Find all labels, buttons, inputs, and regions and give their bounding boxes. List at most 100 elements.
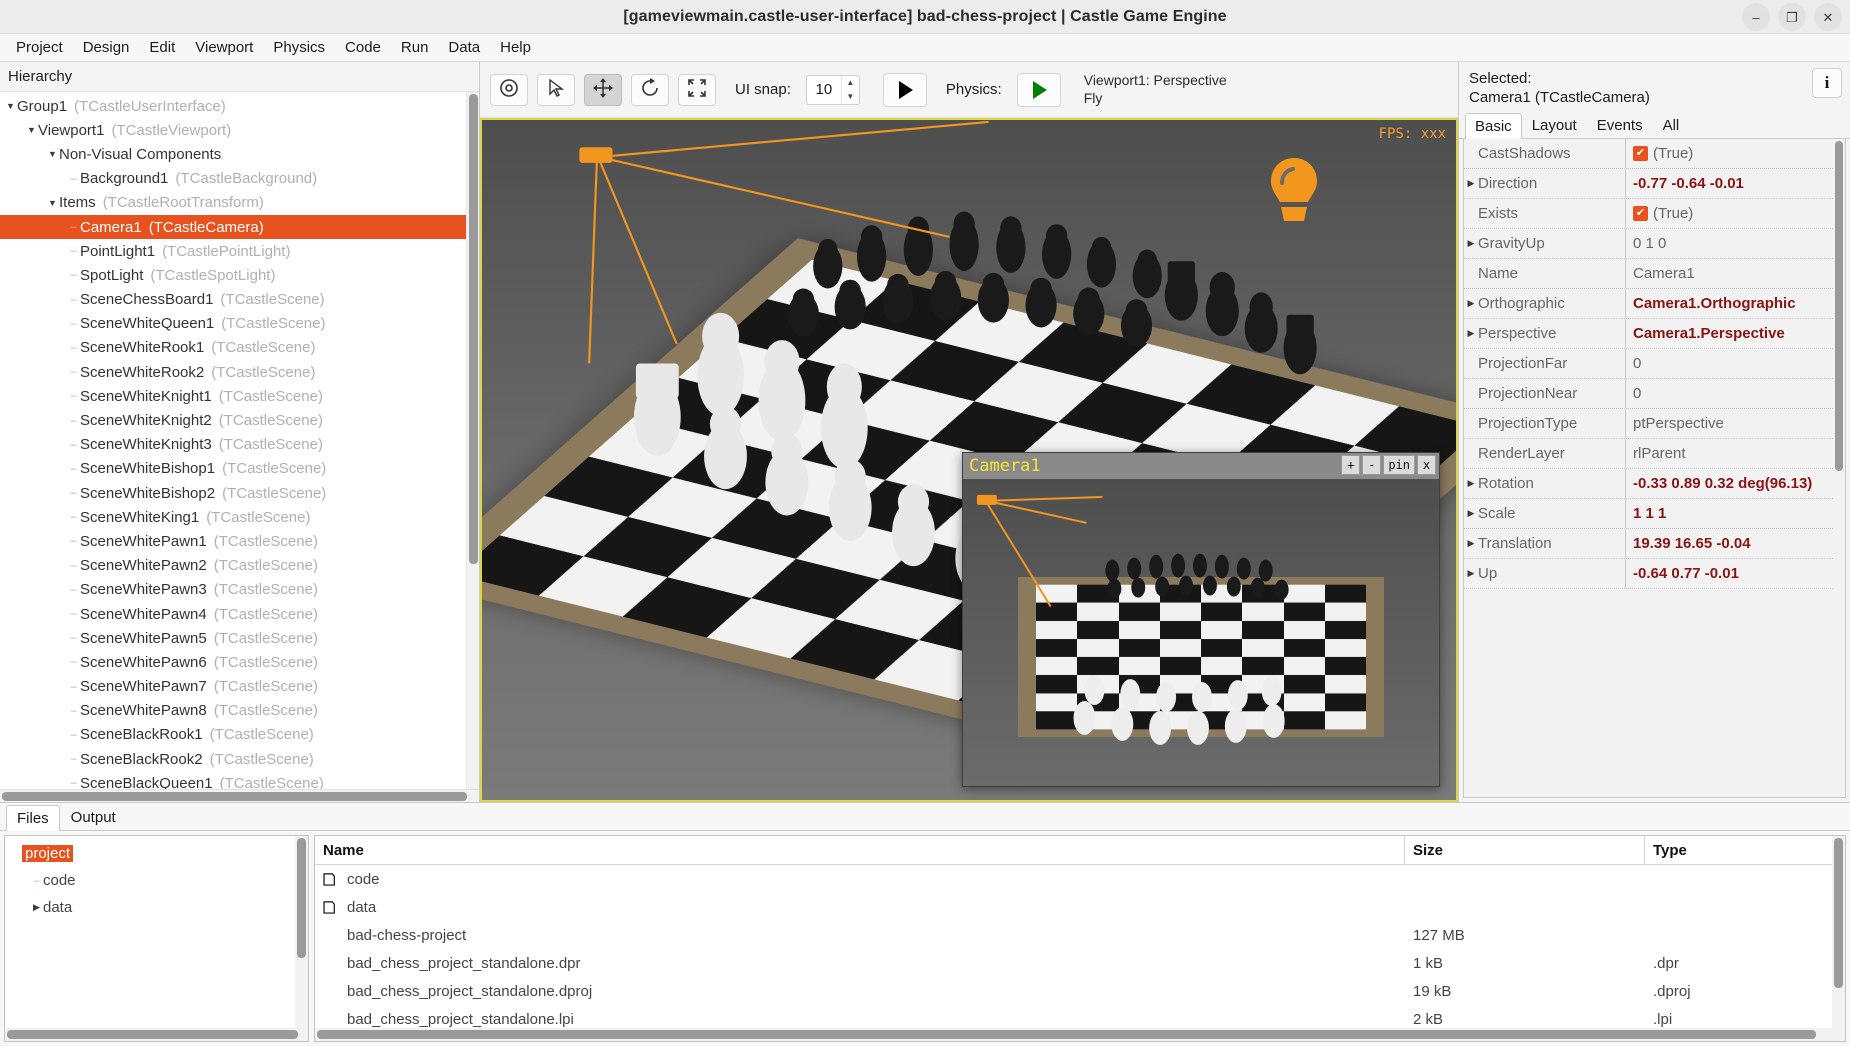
tree-item-items[interactable]: ▼ Items (TCastleRootTransform) xyxy=(0,191,479,215)
menu-item-physics[interactable]: Physics xyxy=(263,36,335,59)
menu-item-viewport[interactable]: Viewport xyxy=(185,36,263,59)
property-row-scale[interactable]: ▶ Scale 1 1 1 xyxy=(1464,498,1845,529)
tree-item-scenewhiteking1[interactable]: – SceneWhiteKing1 (TCastleScene) xyxy=(0,505,479,529)
tree-item-scenewhitepawn2[interactable]: – SceneWhitePawn2 (TCastleScene) xyxy=(0,554,479,578)
scale-tool-button[interactable] xyxy=(678,73,716,106)
file-list-horizontal-scrollbar[interactable] xyxy=(315,1028,1845,1041)
tree-item-scenewhiterook1[interactable]: – SceneWhiteRook1 (TCastleScene) xyxy=(0,336,479,360)
tree-item-scenewhitepawn8[interactable]: – SceneWhitePawn8 (TCastleScene) xyxy=(0,699,479,723)
property-value-cell[interactable]: Camera1.Orthographic xyxy=(1626,295,1845,312)
property-value-cell[interactable]: 19.39 16.65 -0.04 xyxy=(1626,535,1845,552)
folder-tree-item-code[interactable]: – code xyxy=(9,867,308,894)
tree-item-scenewhiteknight1[interactable]: – SceneWhiteKnight1 (TCastleScene) xyxy=(0,384,479,408)
tree-item-scenewhitepawn7[interactable]: – SceneWhitePawn7 (TCastleScene) xyxy=(0,675,479,699)
menu-item-code[interactable]: Code xyxy=(335,36,391,59)
tree-item-scenewhitepawn5[interactable]: – SceneWhitePawn5 (TCastleScene) xyxy=(0,626,479,650)
maximize-button[interactable]: ❐ xyxy=(1778,3,1806,31)
property-expander-icon[interactable]: ▶ xyxy=(1464,478,1478,489)
folder-tree-vertical-scrollbar[interactable] xyxy=(295,836,308,1041)
tree-expander-icon[interactable]: ▼ xyxy=(46,198,59,208)
property-row-translation[interactable]: ▶ Translation 19.39 16.65 -0.04 xyxy=(1464,528,1845,559)
property-expander-icon[interactable]: ▶ xyxy=(1464,298,1478,309)
property-value-cell[interactable]: rlParent xyxy=(1626,445,1845,462)
run-button[interactable] xyxy=(882,72,927,107)
menu-item-edit[interactable]: Edit xyxy=(139,36,185,59)
menu-item-help[interactable]: Help xyxy=(490,36,541,59)
bottom-tab-output[interactable]: Output xyxy=(60,804,127,830)
property-row-renderlayer[interactable]: RenderLayer rlParent xyxy=(1464,438,1845,469)
camera-preview-close-button[interactable]: x xyxy=(1417,455,1436,475)
property-value-cell[interactable]: ptPerspective xyxy=(1626,415,1845,432)
info-icon[interactable]: i xyxy=(1812,68,1842,98)
property-row-up[interactable]: ▶ Up -0.64 0.77 -0.01 xyxy=(1464,558,1845,589)
tree-item-scenewhitepawn1[interactable]: – SceneWhitePawn1 (TCastleScene) xyxy=(0,529,479,553)
property-value-cell[interactable]: -0.77 -0.64 -0.01 xyxy=(1626,175,1845,192)
tree-item-scenewhitequeen1[interactable]: – SceneWhiteQueen1 (TCastleScene) xyxy=(0,312,479,336)
menu-item-design[interactable]: Design xyxy=(73,36,140,59)
hierarchy-vertical-scrollbar[interactable] xyxy=(466,92,479,802)
file-row[interactable]: bad_chess_project_standalone.dpr 1 kB .dpr xyxy=(315,949,1845,977)
tree-item-scenewhiterook2[interactable]: – SceneWhiteRook2 (TCastleScene) xyxy=(0,360,479,384)
column-header-size[interactable]: Size xyxy=(1405,836,1645,864)
folder-expander-icon[interactable]: ▶ xyxy=(30,902,43,913)
property-expander-icon[interactable]: ▶ xyxy=(1464,568,1478,579)
file-row[interactable]: bad-chess-project 127 MB xyxy=(315,921,1845,949)
tree-item-scenewhiteknight2[interactable]: – SceneWhiteKnight2 (TCastleScene) xyxy=(0,408,479,432)
file-row[interactable]: code xyxy=(315,865,1845,893)
property-value-cell[interactable]: ✔ (True) xyxy=(1626,205,1845,222)
translate-tool-button[interactable] xyxy=(584,73,622,106)
property-value-cell[interactable]: Camera1.Perspective xyxy=(1626,325,1845,342)
property-expander-icon[interactable]: ▶ xyxy=(1464,508,1478,519)
properties-tab-events[interactable]: Events xyxy=(1587,112,1653,138)
property-expander-icon[interactable]: ▶ xyxy=(1464,238,1478,249)
column-header-type[interactable]: Type xyxy=(1645,836,1845,864)
property-value-cell[interactable]: Camera1 xyxy=(1626,265,1845,282)
tree-item-viewport1[interactable]: ▼ Viewport1 (TCastleViewport) xyxy=(0,118,479,142)
properties-scrollbar[interactable] xyxy=(1833,138,1845,797)
property-value-cell[interactable]: ✔ (True) xyxy=(1626,145,1845,162)
file-row[interactable]: data xyxy=(315,893,1845,921)
tree-item-camera1[interactable]: – Camera1 (TCastleCamera) xyxy=(0,214,479,240)
column-header-name[interactable]: Name xyxy=(315,836,1405,864)
file-row[interactable]: bad_chess_project_standalone.dproj 19 kB.… xyxy=(315,977,1845,1005)
tree-item-sceneblackrook1[interactable]: – SceneBlackRook1 (TCastleScene) xyxy=(0,723,479,747)
property-row-projectionnear[interactable]: ProjectionNear 0 xyxy=(1464,378,1845,409)
property-row-orthographic[interactable]: ▶ Orthographic Camera1.Orthographic xyxy=(1464,288,1845,319)
folder-tree-horizontal-scrollbar[interactable] xyxy=(5,1028,308,1041)
tree-item-spotlight[interactable]: – SpotLight (TCastleSpotLight) xyxy=(0,263,479,287)
camera-preview-window[interactable]: Camera1 + - pin x xyxy=(962,452,1440,787)
physics-play-button[interactable] xyxy=(1016,72,1061,107)
tree-item-scenewhitebishop2[interactable]: – SceneWhiteBishop2 (TCastleScene) xyxy=(0,481,479,505)
property-row-exists[interactable]: Exists ✔ (True) xyxy=(1464,198,1845,229)
folder-tree-item-project[interactable]: project xyxy=(9,840,308,867)
tree-item-scenewhitebishop1[interactable]: – SceneWhiteBishop1 (TCastleScene) xyxy=(0,457,479,481)
camera-preview-pin-button[interactable]: pin xyxy=(1383,455,1415,475)
tree-item-background1[interactable]: – Background1 (TCastleBackground) xyxy=(0,167,479,191)
camera-preview-titlebar[interactable]: Camera1 + - pin x xyxy=(963,453,1439,479)
property-value-cell[interactable]: 0 xyxy=(1626,355,1845,372)
property-value-cell[interactable]: -0.64 0.77 -0.01 xyxy=(1626,565,1845,582)
folder-tree-item-data[interactable]: ▶ data xyxy=(9,894,308,921)
close-button[interactable]: ✕ xyxy=(1814,3,1842,31)
checkbox-checked-icon[interactable]: ✔ xyxy=(1633,205,1648,221)
tree-item-non-visual-components[interactable]: ▼ Non-Visual Components xyxy=(0,142,479,166)
tree-item-sceneblackrook2[interactable]: – SceneBlackRook2 (TCastleScene) xyxy=(0,747,479,771)
file-list-vertical-scrollbar[interactable] xyxy=(1832,836,1845,1041)
property-expander-icon[interactable]: ▶ xyxy=(1464,328,1478,339)
tree-item-scenechessboard1[interactable]: – SceneChessBoard1 (TCastleScene) xyxy=(0,288,479,312)
tree-expander-icon[interactable]: ▼ xyxy=(46,149,59,159)
menu-item-project[interactable]: Project xyxy=(6,36,73,59)
tree-item-scenewhitepawn6[interactable]: – SceneWhitePawn6 (TCastleScene) xyxy=(0,650,479,674)
rotate-tool-button[interactable] xyxy=(631,73,669,106)
hierarchy-horizontal-scrollbar[interactable] xyxy=(0,789,479,802)
property-value-cell[interactable]: 1 1 1 xyxy=(1626,505,1845,522)
property-row-gravityup[interactable]: ▶ GravityUp 0 1 0 xyxy=(1464,228,1845,259)
ui-snap-value[interactable]: 10 xyxy=(807,76,841,104)
property-value-cell[interactable]: 0 xyxy=(1626,385,1845,402)
properties-tab-basic[interactable]: Basic xyxy=(1465,112,1522,139)
toggle-visibility-button[interactable] xyxy=(490,73,528,106)
properties-tab-layout[interactable]: Layout xyxy=(1522,112,1587,138)
camera-preview-zoom-in-button[interactable]: + xyxy=(1341,455,1361,475)
property-row-direction[interactable]: ▶ Direction -0.77 -0.64 -0.01 xyxy=(1464,168,1845,199)
tree-item-scenewhitepawn4[interactable]: – SceneWhitePawn4 (TCastleScene) xyxy=(0,602,479,626)
